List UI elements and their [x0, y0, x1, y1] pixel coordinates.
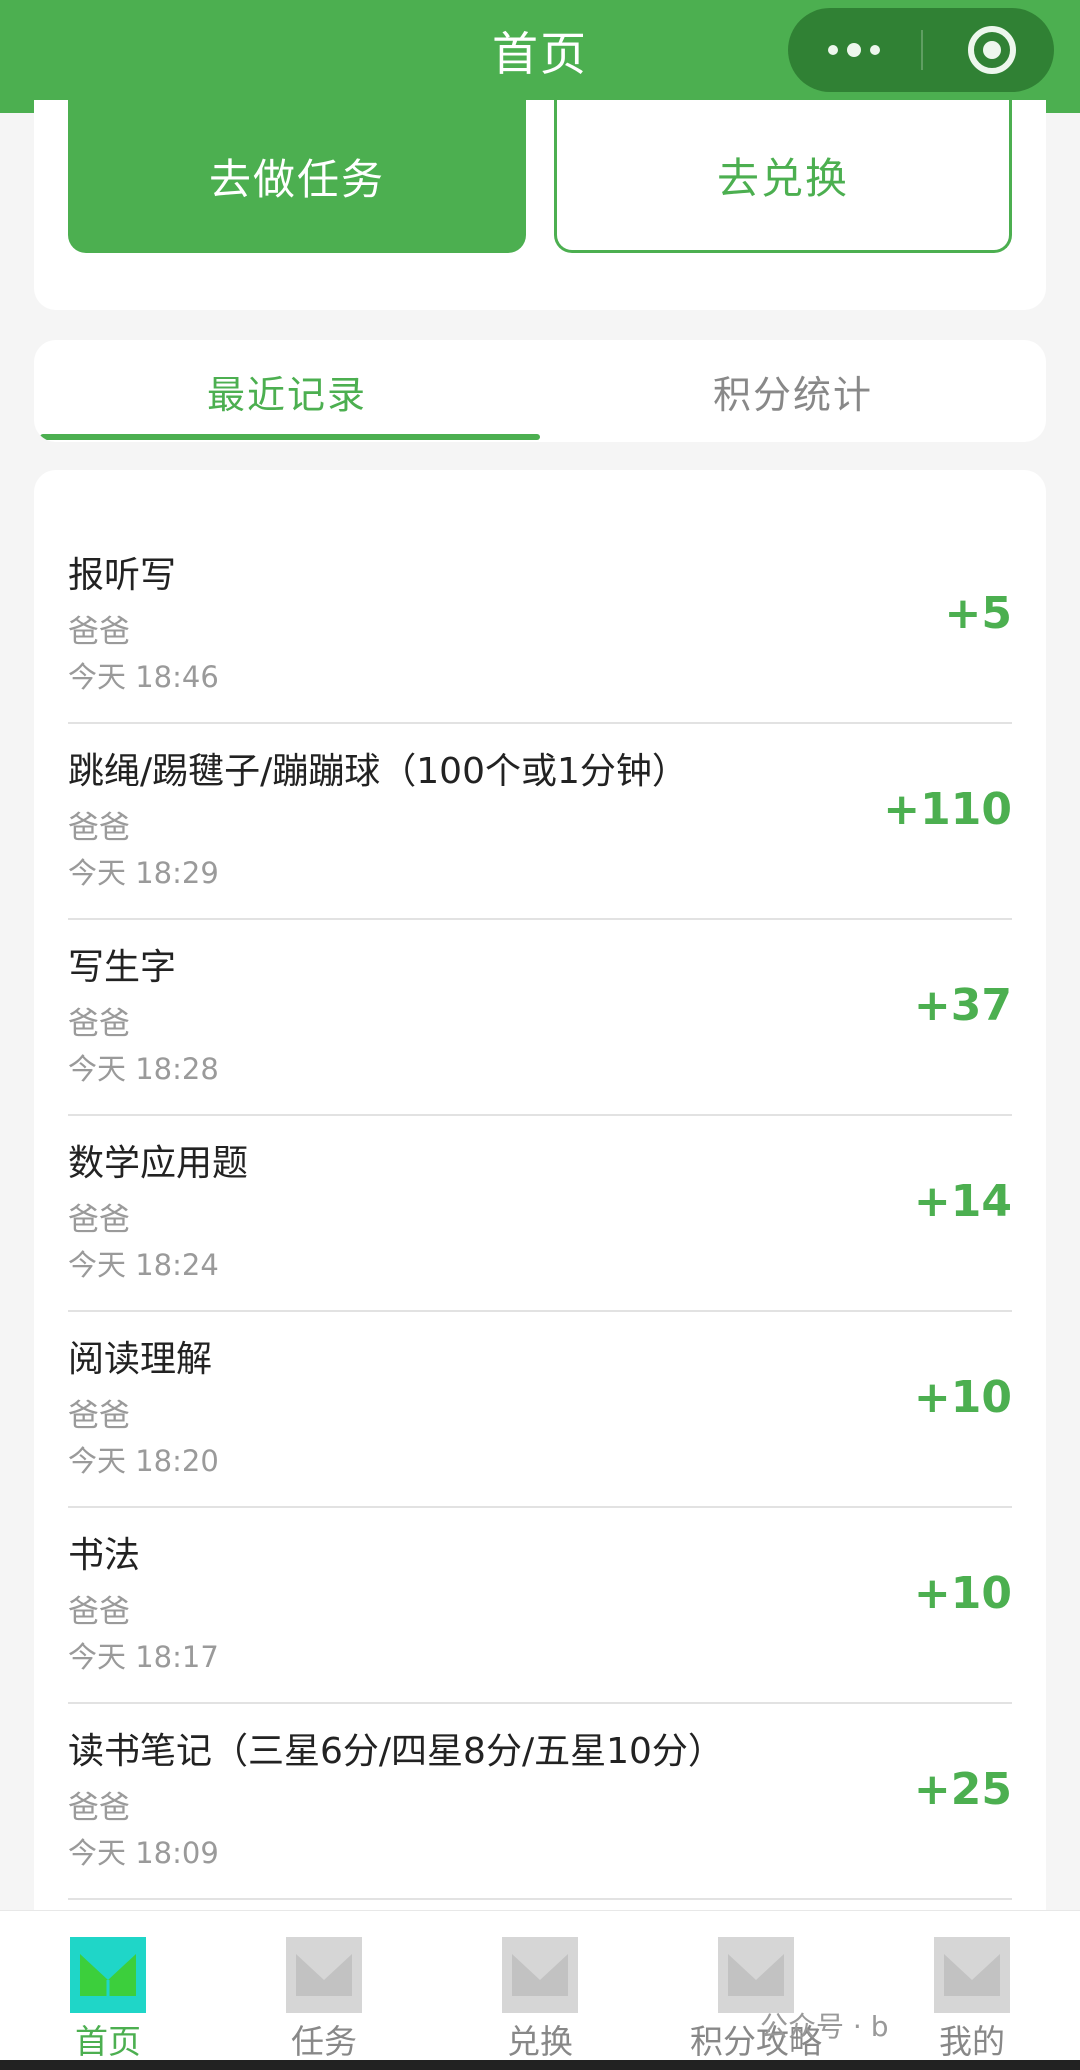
- profile-icon: [934, 1937, 1010, 2013]
- record-user: 爸爸: [68, 810, 130, 846]
- more-dot-icon: [828, 45, 838, 55]
- nav-label: 任务: [291, 2022, 357, 2061]
- tab-recent-records[interactable]: 最近记录: [34, 340, 540, 442]
- record-points: +5: [944, 588, 1012, 639]
- record-user: 爸爸: [68, 1594, 130, 1630]
- record-time: 今天 18:17: [68, 1640, 219, 1674]
- record-title: 数学应用题: [68, 1143, 249, 1184]
- list-item[interactable]: 读书笔记（三星6分/四星8分/五星10分） 爸爸 今天 18:09 +25: [68, 1704, 1012, 1900]
- list-item[interactable]: 跳绳/踢毽子/蹦蹦球（100个或1分钟） 爸爸 今天 18:29 +110: [68, 724, 1012, 920]
- record-user: 爸爸: [68, 614, 130, 650]
- nav-exchange[interactable]: 兑换: [432, 1927, 648, 2061]
- record-points: +25: [913, 1764, 1012, 1815]
- record-points: +37: [913, 980, 1012, 1031]
- more-dot-icon: [847, 43, 861, 57]
- exchange-icon: [502, 1937, 578, 2013]
- record-title: 跳绳/踢毽子/蹦蹦球（100个或1分钟）: [68, 751, 688, 792]
- more-menu-button[interactable]: [788, 8, 920, 92]
- nav-task[interactable]: 任务: [216, 1927, 432, 2061]
- record-time: 今天 18:09: [68, 1836, 219, 1870]
- record-time: 今天 18:20: [68, 1444, 219, 1478]
- tab-bar: 最近记录 积分统计: [34, 340, 1046, 442]
- record-user: 爸爸: [68, 1398, 130, 1434]
- close-target-icon[interactable]: [968, 26, 1016, 74]
- task-icon: [286, 1937, 362, 2013]
- watermark: 公众号 · b: [760, 2010, 889, 2043]
- list-item[interactable]: 书法 爸爸 今天 18:17 +10: [68, 1508, 1012, 1704]
- record-title: 读书笔记（三星6分/四星8分/五星10分）: [68, 1731, 724, 1772]
- record-points: +14: [913, 1176, 1012, 1227]
- do-task-button[interactable]: 去做任务: [68, 100, 526, 253]
- record-title: 阅读理解: [68, 1339, 213, 1380]
- list-item[interactable]: 报听写 爸爸 今天 18:46 +5: [68, 528, 1012, 724]
- nav-label: 我的: [939, 2022, 1005, 2061]
- record-points: +10: [913, 1372, 1012, 1423]
- record-time: 今天 18:46: [68, 660, 219, 694]
- list-item[interactable]: 阅读理解 爸爸 今天 18:20 +10: [68, 1312, 1012, 1508]
- record-time: 今天 18:29: [68, 856, 219, 890]
- system-bottom-strip: [0, 2060, 1080, 2070]
- more-dot-icon: [870, 45, 880, 55]
- record-user: 爸爸: [68, 1006, 130, 1042]
- nav-label: 首页: [75, 2022, 141, 2061]
- record-title: 写生字: [68, 947, 177, 988]
- list-item[interactable]: 写生字 爸爸 今天 18:28 +37: [68, 920, 1012, 1116]
- exchange-button[interactable]: 去兑换: [554, 100, 1012, 253]
- top-bar: 首页: [0, 0, 1080, 113]
- bottom-tab-bar: 首页 任务 兑换 积分攻略 我的: [0, 1910, 1080, 2070]
- tab-points-stats[interactable]: 积分统计: [540, 340, 1046, 442]
- record-points: +110: [883, 784, 1012, 835]
- action-card: 去做任务 去兑换: [34, 100, 1046, 310]
- nav-label: 兑换: [507, 2022, 573, 2061]
- record-time: 今天 18:24: [68, 1248, 219, 1282]
- home-icon: [70, 1937, 146, 2013]
- guide-icon: [718, 1937, 794, 2013]
- record-title: 报听写: [68, 555, 177, 596]
- list-item[interactable]: 数学应用题 爸爸 今天 18:24 +14: [68, 1116, 1012, 1312]
- record-time: 今天 18:28: [68, 1052, 219, 1086]
- active-tab-indicator: [40, 434, 540, 440]
- record-title: 书法: [68, 1535, 141, 1576]
- record-user: 爸爸: [68, 1790, 130, 1826]
- nav-home[interactable]: 首页: [0, 1927, 216, 2061]
- capsule-divider: [921, 30, 923, 70]
- records-list: 报听写 爸爸 今天 18:46 +5 跳绳/踢毽子/蹦蹦球（100个或1分钟） …: [34, 470, 1046, 1970]
- record-user: 爸爸: [68, 1202, 130, 1238]
- nav-profile[interactable]: 我的: [864, 1927, 1080, 2061]
- record-points: +10: [913, 1568, 1012, 1619]
- mini-program-capsule: [788, 8, 1054, 92]
